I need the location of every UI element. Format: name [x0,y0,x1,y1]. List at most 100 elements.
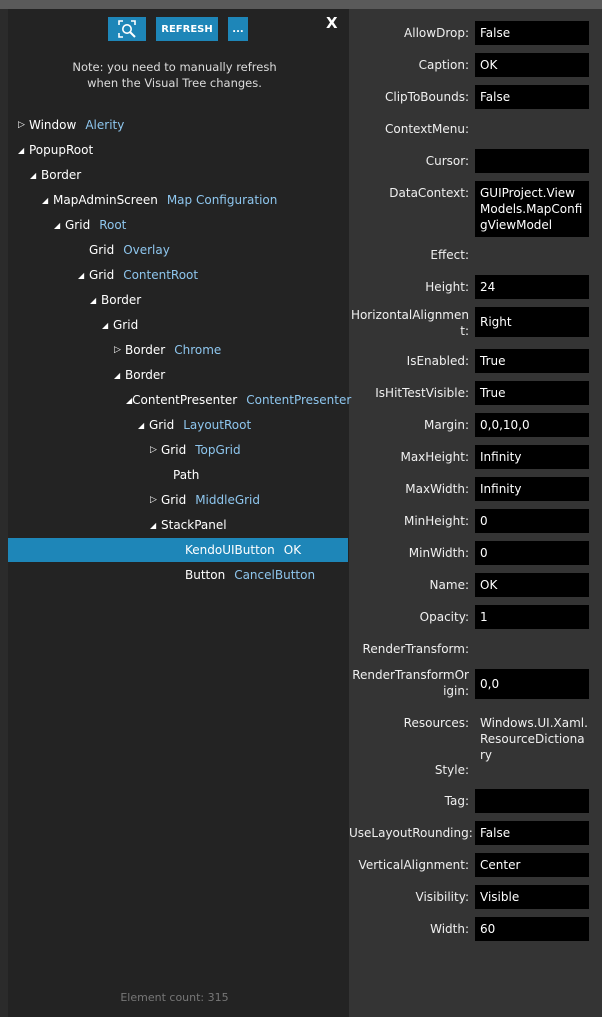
property-value[interactable]: True [475,349,589,373]
tree-item[interactable]: ◢ Grid LayoutRoot [8,413,348,437]
tree-item[interactable]: ◢ StackPanel [8,513,348,537]
tree-item-type: Window [29,118,77,132]
collapsed-arrow-icon[interactable]: ▷ [18,120,29,130]
expanded-arrow-icon[interactable]: ◢ [102,321,113,330]
tree-item[interactable]: ▷ Grid TopGrid [8,438,348,462]
tree-item-type: Grid [113,318,139,332]
tree-item-type: ContentPresenter [132,393,238,407]
property-label: Resources: [403,716,469,730]
property-label: MinHeight: [403,514,469,528]
property-value[interactable]: Infinity [475,477,589,501]
property-label: IsHitTestVisible: [375,386,469,400]
property-label: RenderTransformOrigin: [352,668,469,698]
tree-item-name: ContentRoot [123,268,199,282]
expanded-arrow-icon[interactable]: ◢ [90,296,101,305]
collapsed-arrow-icon[interactable]: ▷ [114,345,125,355]
tree-item[interactable]: ◢ MapAdminScreen Map Configuration [8,188,348,212]
tree-item-name: ContentPresenter [246,393,352,407]
expanded-arrow-icon[interactable]: ◢ [150,521,161,530]
tree-item-type: Grid [89,268,115,282]
property-label: UseLayoutRounding: [349,826,473,840]
expanded-arrow-icon[interactable]: ◢ [30,171,41,180]
property-value[interactable]: Right [475,307,589,337]
window-top-strip [0,0,602,9]
property-value[interactable]: Infinity [475,445,589,469]
tree-item[interactable]: KendoUIButton OK [8,538,348,562]
tree-item[interactable]: Path [8,463,348,487]
tree-item-type: Border [125,343,166,357]
property-value[interactable]: 0,0 [475,669,589,699]
property-label: Opacity: [419,610,469,624]
tree-item-type: Grid [161,493,187,507]
property-value[interactable]: OK [475,53,589,77]
tree-item-type: MapAdminScreen [53,193,158,207]
tree-item[interactable]: ◢ Grid [8,313,348,337]
tree-item-type: Border [125,368,166,382]
tree-item-name: OK [283,543,302,557]
more-button[interactable]: ... [228,17,248,41]
expanded-arrow-icon[interactable]: ◢ [78,271,89,280]
property-value[interactable]: 1 [475,605,589,629]
property-value[interactable] [475,789,589,813]
property-value[interactable]: Visible [475,885,589,909]
property-label: MaxWidth: [405,482,469,496]
expanded-arrow-icon[interactable]: ◢ [18,146,29,155]
tree-item[interactable]: ◢ Grid ContentRoot [8,263,348,287]
expanded-arrow-icon[interactable]: ◢ [114,371,125,380]
property-value[interactable]: 0 [475,509,589,533]
tree-item[interactable]: ▷ Window Alerity [8,113,348,137]
property-label: IsEnabled: [406,354,469,368]
tree-item[interactable]: ◢ Border [8,363,348,387]
tree-item[interactable]: Grid Overlay [8,238,348,262]
property-value[interactable]: 0,0,10,0 [475,413,589,437]
tree-item[interactable]: ◢ Grid Root [8,213,348,237]
property-value[interactable]: GUIProject.ViewModels.MapConfigViewModel [475,181,589,237]
property-value[interactable]: False [475,821,589,845]
tree-item[interactable]: ▷ Grid MiddleGrid [8,488,348,512]
pick-element-icon [118,20,136,38]
tree-item[interactable]: ◢ PopupRoot [8,138,348,162]
property-label: Visibility: [415,890,469,904]
expanded-arrow-icon[interactable]: ◢ [138,421,149,430]
property-label: HorizontalAlignment: [350,308,469,338]
property-value[interactable]: 60 [475,917,589,941]
close-button[interactable]: X [326,14,338,32]
property-value[interactable]: False [475,21,589,45]
expanded-arrow-icon[interactable]: ◢ [42,196,53,205]
property-value[interactable] [475,149,589,173]
collapsed-arrow-icon[interactable]: ▷ [150,445,161,455]
property-label: AllowDrop: [404,26,469,40]
expanded-arrow-icon[interactable]: ◢ [54,221,65,230]
property-value[interactable]: 0 [475,541,589,565]
tree-item-name: MiddleGrid [195,493,261,507]
property-label: MaxHeight: [400,450,469,464]
tree-item[interactable]: ◢ Border [8,163,348,187]
property-value[interactable]: True [475,381,589,405]
tree-item[interactable]: ◢ ContentPresenter ContentPresenter [8,388,352,412]
property-value[interactable]: Center [475,853,589,877]
property-value[interactable]: OK [475,573,589,597]
property-label: DataContext: [389,186,469,200]
refresh-button[interactable]: REFRESH [156,17,218,41]
tree-item[interactable]: Button CancelButton [8,563,348,587]
pick-element-button[interactable] [108,17,146,41]
tree-item-name: TopGrid [195,443,241,457]
tree-item-type: Border [41,168,82,182]
property-label: VerticalAlignment: [358,858,469,872]
property-label: Caption: [418,58,469,72]
note-line-2: when the Visual Tree changes. [87,76,262,90]
tree-item-type: Grid [65,218,91,232]
note-line-1: Note: you need to manually refresh [72,60,277,74]
property-label: Height: [425,280,469,294]
tree-item[interactable]: ▷ Border Chrome [8,338,348,362]
tree-item-name: Chrome [174,343,222,357]
property-label: Name: [429,578,469,592]
property-value[interactable]: False [475,85,589,109]
property-value[interactable]: 24 [475,275,589,299]
collapsed-arrow-icon[interactable]: ▷ [150,495,161,505]
tree-item[interactable]: ◢ Border [8,288,348,312]
property-label: Tag: [444,794,469,808]
tree-item-name: Root [99,218,127,232]
property-label: Style: [434,763,469,777]
property-label: Effect: [430,248,469,262]
